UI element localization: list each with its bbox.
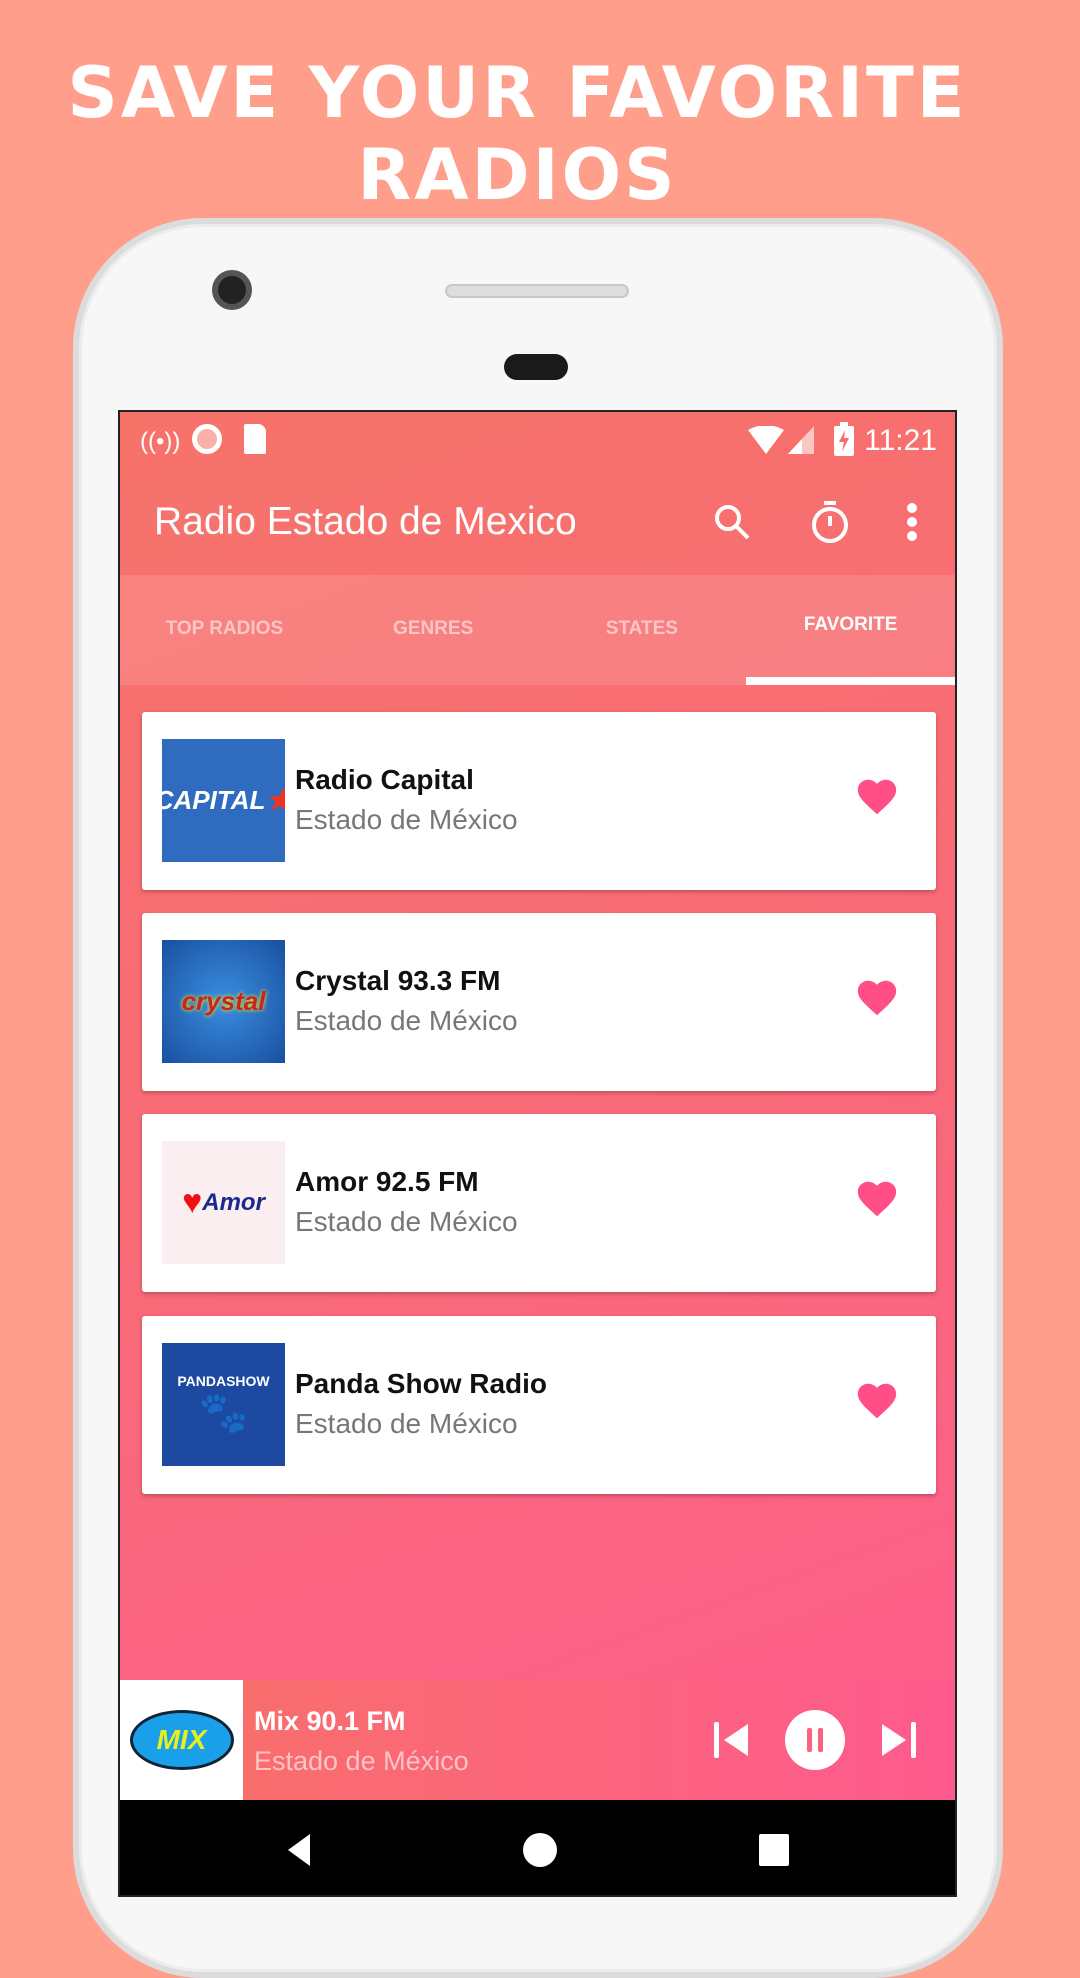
- headline-line-1: SAVE YOUR FAVORITE: [67, 52, 968, 134]
- station-logo: crystal: [162, 940, 285, 1063]
- star-icon: ★: [265, 783, 285, 818]
- skip-previous-icon: [714, 1722, 748, 1758]
- tab-favorite[interactable]: FAVORITE: [746, 575, 955, 685]
- station-location: Estado de México: [295, 1408, 518, 1439]
- more-vert-icon: [907, 503, 917, 541]
- player-station-logo: MIX: [120, 1680, 243, 1800]
- favorite-item[interactable]: CAPITAL★ Radio Capital Estado de México: [142, 712, 936, 890]
- tab-states[interactable]: STATES: [538, 575, 747, 685]
- heart-icon[interactable]: [854, 1176, 900, 1222]
- logo-text: crystal: [181, 986, 266, 1016]
- more-options-button[interactable]: [884, 494, 940, 550]
- headline: SAVE YOUR FAVORITE RADIOS: [0, 52, 1035, 216]
- logo-text: CAPITAL: [162, 785, 266, 815]
- speaker-grille: [445, 284, 629, 298]
- wifi-icon: [748, 426, 784, 454]
- next-button[interactable]: [876, 1710, 920, 1770]
- camera-icon: [212, 270, 252, 310]
- station-logo: ♥ Amor: [162, 1141, 285, 1264]
- previous-button[interactable]: [710, 1710, 754, 1770]
- battery-charging-icon: [834, 422, 854, 456]
- station-logo: PANDASHOW 🐾: [162, 1343, 285, 1466]
- logo-text: Amor: [202, 1188, 265, 1216]
- player-station-location: Estado de México: [254, 1746, 469, 1776]
- station-name: Crystal 93.3 FM: [295, 965, 501, 996]
- station-name: Radio Capital: [295, 764, 474, 795]
- station-location: Estado de México: [295, 804, 518, 835]
- favorite-item[interactable]: PANDASHOW 🐾 Panda Show Radio Estado de Mé…: [142, 1316, 936, 1494]
- station-location: Estado de México: [295, 1206, 518, 1237]
- heart-icon[interactable]: [854, 975, 900, 1021]
- tab-top-radios[interactable]: TOP RADIOS: [120, 575, 329, 685]
- station-logo: CAPITAL★: [162, 739, 285, 862]
- signal-icon: [788, 426, 814, 454]
- favorite-item[interactable]: crystal Crystal 93.3 FM Estado de México: [142, 913, 936, 1091]
- sensor: [504, 354, 568, 380]
- pause-button[interactable]: [785, 1710, 845, 1770]
- app-title: Radio Estado de Mexico: [154, 500, 577, 543]
- skip-next-icon: [882, 1722, 916, 1758]
- headline-line-2: RADIOS: [357, 134, 678, 216]
- record-icon: [192, 424, 222, 454]
- recents-icon[interactable]: [754, 1830, 794, 1870]
- logo-text: MIX: [129, 1710, 234, 1770]
- heart-icon[interactable]: [854, 774, 900, 820]
- station-name: Amor 92.5 FM: [295, 1166, 479, 1197]
- heart-icon[interactable]: [854, 1378, 900, 1424]
- tab-bar: TOP RADIOS GENRES STATES FAVORITE: [120, 575, 955, 685]
- mini-player[interactable]: MIX Mix 90.1 FM Estado de México: [120, 1680, 955, 1800]
- favorite-item[interactable]: ♥ Amor Amor 92.5 FM Estado de México: [142, 1114, 936, 1292]
- status-bar: ((•)) 11:21: [120, 412, 955, 472]
- navigation-bar: [120, 1800, 955, 1895]
- timer-button[interactable]: [802, 494, 858, 550]
- search-button[interactable]: [704, 494, 760, 550]
- heart-logo-icon: ♥: [182, 1183, 203, 1221]
- station-location: Estado de México: [295, 1005, 518, 1036]
- paw-icon: 🐾: [198, 1391, 249, 1435]
- sd-card-icon: [244, 424, 266, 454]
- logo-text: PANDASHOW: [177, 1373, 270, 1389]
- pause-icon: [785, 1710, 845, 1770]
- timer-icon: [812, 501, 848, 543]
- back-icon[interactable]: [280, 1830, 320, 1870]
- screen: ((•)) 11:21 Radio Estado de Mexico TOP R…: [118, 410, 957, 1897]
- app-bar: Radio Estado de Mexico: [120, 472, 955, 575]
- clock: 11:21: [864, 424, 937, 457]
- player-station-name: Mix 90.1 FM: [254, 1706, 406, 1736]
- search-icon: [715, 505, 750, 540]
- home-icon[interactable]: [520, 1830, 560, 1870]
- station-name: Panda Show Radio: [295, 1368, 548, 1399]
- tab-genres[interactable]: GENRES: [329, 575, 538, 685]
- hotspot-icon: ((•)): [140, 428, 181, 455]
